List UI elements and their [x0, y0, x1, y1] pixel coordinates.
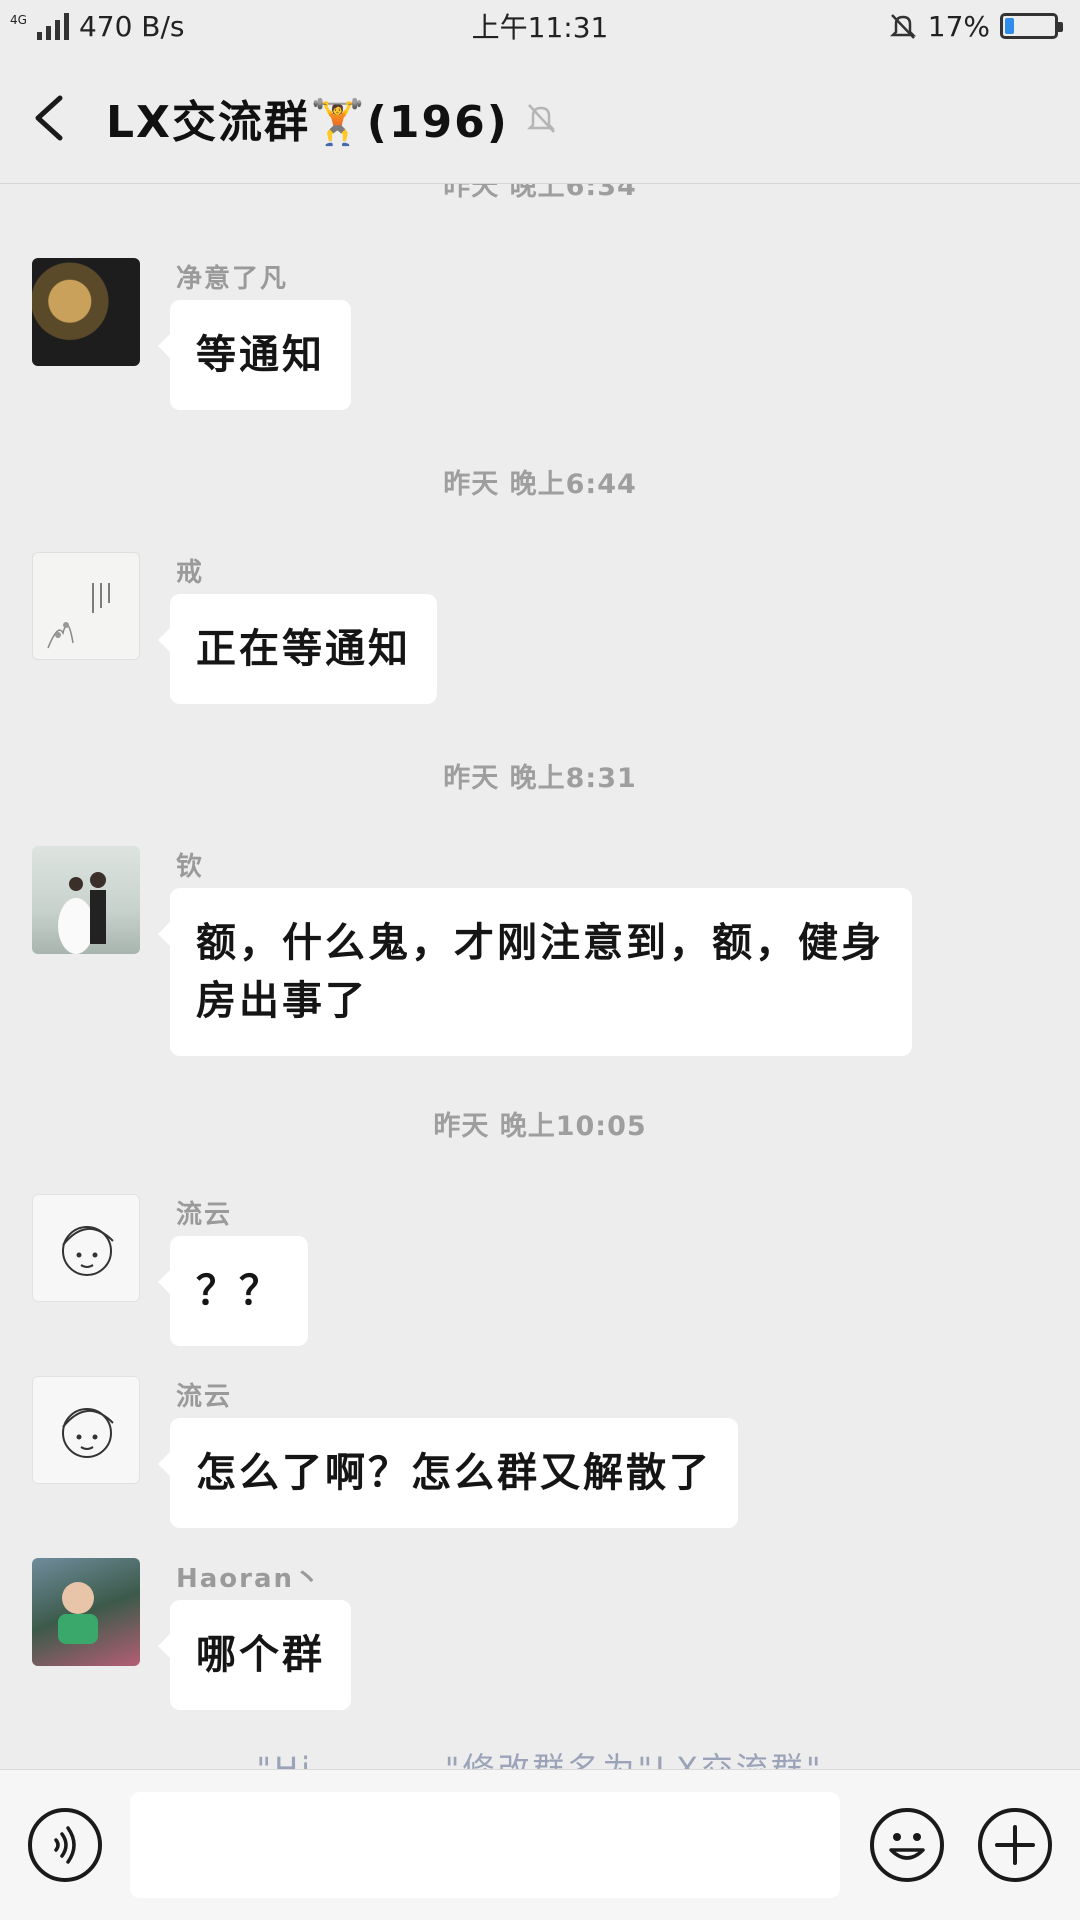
message-input[interactable] [130, 1792, 840, 1898]
avatar[interactable] [32, 1558, 140, 1666]
battery-fill [1005, 18, 1014, 34]
avatar[interactable] [32, 1194, 140, 1302]
timestamp: 昨天 晚上8:31 [443, 763, 637, 794]
network-type: 4G [10, 12, 27, 27]
sender-name: 净意了凡 [176, 264, 289, 294]
mute-bell-icon [526, 103, 555, 133]
chat-title: LX交流群🏋️(196) [106, 96, 509, 148]
signal-icon [36, 12, 69, 40]
emoji-button[interactable] [870, 1808, 944, 1882]
sender-name: 戒 [176, 558, 205, 588]
emoji-icon [889, 1833, 925, 1860]
battery-percent: 17% [927, 9, 990, 43]
status-left: 4G 470 B/s [10, 10, 185, 43]
message-bubble[interactable]: 等通知 [158, 300, 351, 410]
message-bubble[interactable]: 额，什么鬼，才刚注意到，额，健身房出事了 [158, 888, 912, 1056]
back-arrow-icon [35, 95, 63, 140]
input-bar [0, 1769, 1080, 1920]
message-bubble[interactable]: 哪个群 [158, 1600, 351, 1710]
chat-screen: 4G 470 B/s 上午11:31 17% LX交流群🏋️(196) 昨天 晚… [0, 0, 1080, 1920]
sender-name: 流云 [176, 1382, 233, 1412]
more-button[interactable] [978, 1808, 1052, 1882]
message-bubble[interactable]: 正在等通知 [158, 594, 437, 704]
timestamp: 昨天 晚上6:44 [443, 469, 637, 500]
battery-icon [1000, 13, 1063, 39]
back-button[interactable] [30, 78, 100, 158]
silent-bell-icon [889, 14, 916, 39]
voice-button[interactable] [28, 1808, 102, 1882]
avatar[interactable] [32, 846, 140, 954]
message-bubble[interactable]: 怎么了啊？怎么群又解散了 [158, 1418, 738, 1528]
net-speed: 470 B/s [78, 9, 185, 43]
plus-icon [995, 1825, 1035, 1865]
sender-name: 流云 [176, 1200, 233, 1230]
avatar[interactable] [32, 258, 140, 366]
nav-bar: LX交流群🏋️(196) [0, 52, 1080, 184]
message-bubble[interactable]: ？？ [158, 1236, 308, 1346]
message-list[interactable]: 昨天 晚上6:34 净意了凡 等通知 昨天 晚上6:44 戒 正在等通知 昨天 [0, 184, 1080, 1769]
status-bar: 4G 470 B/s 上午11:31 17% [0, 0, 1080, 52]
avatar[interactable] [32, 552, 140, 660]
avatar[interactable] [32, 1376, 140, 1484]
voice-icon [54, 1826, 76, 1864]
status-right: 17% [888, 9, 1063, 43]
system-notice: "Hi.........."修改群名为"LX交流群" [256, 1750, 824, 1769]
timestamp: 昨天 晚上6:34 [443, 184, 637, 202]
sender-name: Haoran丶 [176, 1564, 323, 1594]
sender-name: 钦 [176, 852, 205, 882]
timestamp: 昨天 晚上10:05 [433, 1111, 647, 1142]
